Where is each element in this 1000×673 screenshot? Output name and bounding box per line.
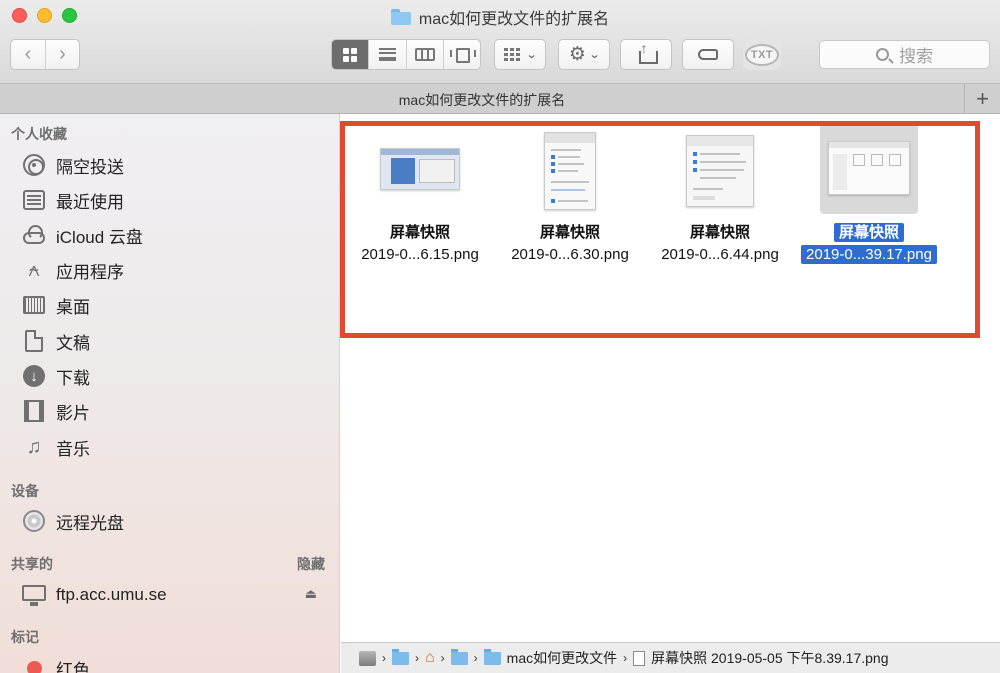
desktop-icon xyxy=(23,296,45,314)
nav-button-group: ‹ › xyxy=(10,39,80,70)
annotation-highlight-box xyxy=(340,121,980,338)
tab-title[interactable]: mac如何更改文件的扩展名 xyxy=(0,90,964,110)
list-icon xyxy=(378,48,396,61)
sidebar-item-applications[interactable]: ⍲ 应用程序 xyxy=(22,255,124,285)
documents-icon xyxy=(25,330,43,352)
eject-icon[interactable]: ⏏ xyxy=(305,586,317,602)
hard-drive-icon[interactable] xyxy=(359,650,376,666)
icloud-icon xyxy=(23,225,45,244)
back-button[interactable]: ‹ xyxy=(11,40,45,69)
path-separator: › xyxy=(440,651,445,665)
view-mode-group xyxy=(331,39,481,70)
share-button[interactable] xyxy=(620,39,672,70)
folder-icon[interactable] xyxy=(483,648,501,665)
chevron-down-icon: ⌄ xyxy=(588,49,601,61)
arrange-button[interactable]: ⌄ xyxy=(494,39,546,70)
folder-icon xyxy=(390,9,411,25)
shared-header: 共享的 xyxy=(11,556,53,572)
path-file-label[interactable]: 屏幕快照 2019-05-05 下午8.39.17.png xyxy=(651,648,888,668)
airdrop-icon xyxy=(23,154,45,176)
sidebar-item-desktop[interactable]: 桌面 xyxy=(22,290,90,320)
shared-hide-button[interactable]: 隐藏 xyxy=(297,554,325,574)
window-title-text: mac如何更改文件的扩展名 xyxy=(418,11,610,28)
file-icon xyxy=(633,650,646,666)
forward-button[interactable]: › xyxy=(44,40,79,69)
movies-icon xyxy=(24,400,44,422)
sidebar-item-label: 远程光盘 xyxy=(56,513,124,533)
sidebar-item-recents[interactable]: 最近使用 xyxy=(22,185,124,215)
chevron-left-icon: ‹ xyxy=(24,43,32,65)
folder-icon[interactable] xyxy=(392,648,409,665)
path-separator: › xyxy=(473,651,478,665)
sidebar-item-label: 隔空投送 xyxy=(56,157,124,177)
sidebar-item-remote-disc[interactable]: 远程光盘 xyxy=(22,506,124,536)
sidebar-item-label: 影片 xyxy=(56,403,90,423)
sidebar-item-downloads[interactable]: ↓ 下载 xyxy=(22,361,90,391)
share-icon xyxy=(638,40,658,64)
sidebar-item-movies[interactable]: 影片 xyxy=(22,396,90,426)
sidebar-item-tag-red[interactable]: 红色 xyxy=(22,653,90,673)
title-bar: mac如何更改文件的扩展名 ‹ › ⌄ ⚙ ⌄ TXT xyxy=(0,0,1000,84)
downloads-icon: ↓ xyxy=(23,365,45,387)
sidebar-item-music[interactable]: ♫ 音乐 xyxy=(22,432,91,462)
arrange-icon xyxy=(503,48,522,61)
server-icon xyxy=(22,585,46,606)
home-icon[interactable]: ⌂ xyxy=(425,649,435,667)
sidebar-item-icloud[interactable]: iCloud 云盘 xyxy=(22,220,143,250)
sidebar-item-label: 下载 xyxy=(56,368,90,388)
tags-button[interactable] xyxy=(682,39,734,70)
cover-flow-icon xyxy=(449,48,476,63)
new-tab-button[interactable]: + xyxy=(964,84,1000,113)
path-separator: › xyxy=(623,651,628,665)
sidebar: 个人收藏 隔空投送 最近使用 iCloud 云盘 ⍲ 应用程序 桌面 文稿 ↓ … xyxy=(0,114,340,673)
chevron-right-icon: › xyxy=(59,43,66,65)
list-view-button[interactable] xyxy=(368,40,405,69)
search-icon xyxy=(876,48,889,61)
folder-icon[interactable] xyxy=(450,648,468,665)
action-button[interactable]: ⚙ ⌄ xyxy=(558,39,610,70)
sidebar-item-label: 红色 xyxy=(56,660,90,673)
path-separator: › xyxy=(415,651,419,665)
remote-disc-icon xyxy=(23,510,45,532)
icon-grid-icon xyxy=(343,47,358,62)
plus-icon: + xyxy=(976,85,989,111)
column-view-button[interactable] xyxy=(405,40,443,69)
sidebar-item-documents[interactable]: 文稿 xyxy=(22,326,90,356)
recents-icon xyxy=(23,190,45,210)
red-tag-icon xyxy=(26,660,42,673)
search-field[interactable]: 搜索 xyxy=(819,40,990,69)
sidebar-item-label: 音乐 xyxy=(56,439,90,459)
cover-flow-button[interactable] xyxy=(442,40,480,69)
columns-icon xyxy=(414,48,435,61)
icon-view-button[interactable] xyxy=(332,40,369,69)
sidebar-item-airdrop[interactable]: 隔空投送 xyxy=(22,150,124,180)
sidebar-item-label: 文稿 xyxy=(56,333,90,353)
sidebar-item-label: ftp.acc.umu.se xyxy=(56,585,167,604)
window-title: mac如何更改文件的扩展名 xyxy=(0,6,1000,28)
path-folder-label[interactable]: mac如何更改文件 xyxy=(507,648,617,668)
path-separator: › xyxy=(382,651,386,665)
devices-header: 设备 xyxy=(11,483,39,499)
sidebar-item-label: 最近使用 xyxy=(56,192,124,212)
sidebar-item-label: iCloud 云盘 xyxy=(56,227,143,247)
txt-toolbar-button[interactable]: TXT xyxy=(743,39,781,70)
music-icon: ♫ xyxy=(26,435,42,458)
txt-icon: TXT xyxy=(745,43,779,66)
chevron-down-icon: ⌄ xyxy=(525,49,538,61)
sidebar-item-label: 桌面 xyxy=(56,297,90,317)
sidebar-item-ftp-server[interactable]: ftp.acc.umu.se xyxy=(22,580,167,610)
gear-icon: ⚙ xyxy=(568,44,586,65)
sidebar-item-label: 应用程序 xyxy=(56,262,124,282)
search-placeholder: 搜索 xyxy=(899,47,933,66)
favorites-header: 个人收藏 xyxy=(11,126,67,142)
tag-icon xyxy=(698,49,718,60)
tab-bar: mac如何更改文件的扩展名 + xyxy=(0,84,1000,114)
tags-header: 标记 xyxy=(11,629,39,645)
path-bar: › › ⌂ › › mac如何更改文件 › 屏幕快照 2019-05-05 下午… xyxy=(341,642,1000,673)
applications-icon: ⍲ xyxy=(28,258,40,281)
